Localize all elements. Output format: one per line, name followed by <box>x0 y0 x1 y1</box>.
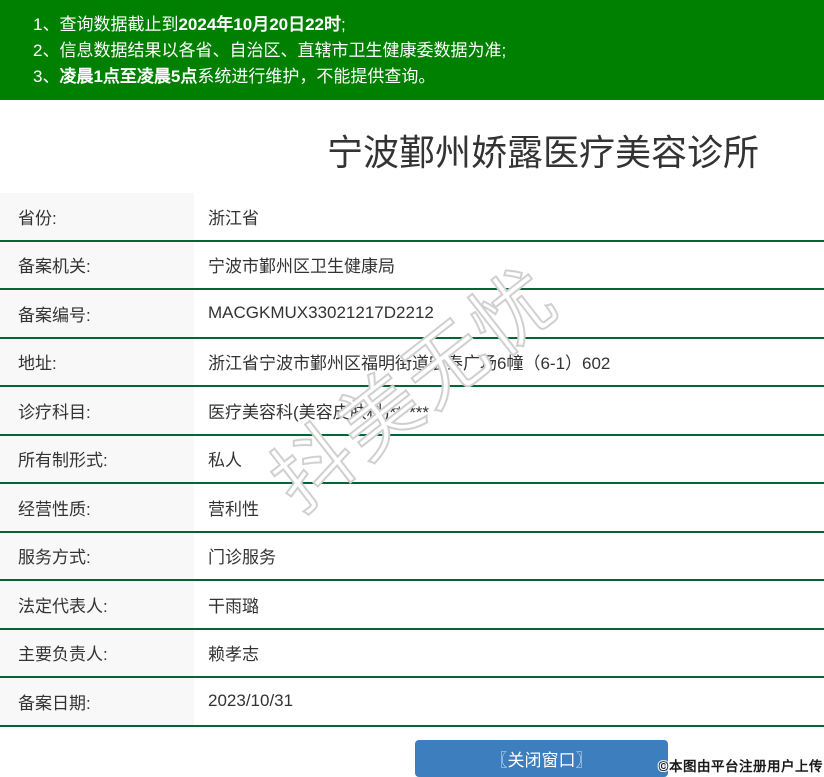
row-value: MACGKMUX33021217D2212 <box>208 303 434 323</box>
table-row: 法定代表人: 干雨璐 <box>0 581 824 630</box>
notice-line-3: 3、凌晨1点至凌晨5点系统进行维护，不能提供查询。 <box>33 64 816 90</box>
table-row: 地址: 浙江省宁波市鄞州区福明街道宏泰广场6幢（6-1）602 <box>0 338 824 387</box>
notice-line-2: 2、信息数据结果以各省、自治区、直辖市卫生健康委数据为准; <box>33 38 816 64</box>
page-title: 宁波鄞州娇露医疗美容诊所 <box>327 132 760 173</box>
table-row: 省份: 浙江省 <box>0 193 824 242</box>
notice-banner: 1、查询数据截止到2024年10月20日22时; 2、信息数据结果以各省、自治区… <box>0 0 824 100</box>
notice-line-1-bold: 2024年10月20日22时 <box>178 15 342 34</box>
license-record-page: 1、查询数据截止到2024年10月20日22时; 2、信息数据结果以各省、自治区… <box>0 0 824 777</box>
row-value: 医疗美容科(美容皮肤科)****** <box>208 402 430 422</box>
row-value: 浙江省 <box>208 208 259 228</box>
info-table: 省份: 浙江省 备案机关: 宁波市鄞州区卫生健康局 备案编号: MACGKMUX… <box>0 193 824 727</box>
table-row: 备案机关: 宁波市鄞州区卫生健康局 <box>0 241 824 290</box>
row-label: 经营性质: <box>0 484 194 531</box>
table-row: 备案编号: MACGKMUX33021217D2212 <box>0 290 824 339</box>
table-row: 经营性质: 营利性 <box>0 484 824 533</box>
row-value: 赖孝志 <box>208 645 259 665</box>
row-label: 所有制形式: <box>0 435 194 482</box>
row-value: 营利性 <box>208 499 259 519</box>
row-value: 干雨璐 <box>208 596 259 616</box>
table-row: 诊疗科目: 医疗美容科(美容皮肤科)****** <box>0 387 824 436</box>
row-value: 私人 <box>208 451 242 471</box>
row-value: 门诊服务 <box>208 548 276 568</box>
row-label: 备案编号: <box>0 290 194 337</box>
row-label: 服务方式: <box>0 532 194 579</box>
notice-line-1-num: 1、 <box>33 15 60 34</box>
notice-line-1-post: ; <box>341 15 346 34</box>
notice-line-1: 1、查询数据截止到2024年10月20日22时; <box>33 12 816 38</box>
table-row: 主要负责人: 赖孝志 <box>0 629 824 678</box>
row-label: 备案机关: <box>0 241 194 288</box>
row-label: 地址: <box>0 338 194 385</box>
table-row: 所有制形式: 私人 <box>0 435 824 484</box>
table-row: 服务方式: 门诊服务 <box>0 532 824 581</box>
copyright-watermark: ©本图由平台注册用户上传 <box>658 759 823 774</box>
table-row: 备案日期: 2023/10/31 <box>0 678 824 727</box>
close-window-button[interactable]: 〖关闭窗口〗 <box>415 740 668 777</box>
notice-line-1-pre: 查询数据截止到 <box>59 15 179 34</box>
row-label: 主要负责人: <box>0 629 194 676</box>
notice-line-2-num: 2、 <box>33 41 60 60</box>
notice-line-3-post: 系统进行维护，不能提供查询。 <box>197 67 436 86</box>
row-label: 备案日期: <box>0 678 194 725</box>
notice-line-3-num: 3、 <box>33 67 60 86</box>
row-value: 浙江省宁波市鄞州区福明街道宏泰广场6幢（6-1）602 <box>208 354 611 374</box>
row-label: 诊疗科目: <box>0 387 194 434</box>
row-label: 省份: <box>0 193 194 240</box>
notice-line-2-pre: 信息数据结果以各省、自治区、直辖市卫生健康委数据为准; <box>59 41 507 60</box>
row-label: 法定代表人: <box>0 581 194 628</box>
row-value: 宁波市鄞州区卫生健康局 <box>208 257 395 277</box>
notice-line-3-bold: 凌晨1点至凌晨5点 <box>59 67 198 86</box>
row-value: 2023/10/31 <box>208 691 294 711</box>
